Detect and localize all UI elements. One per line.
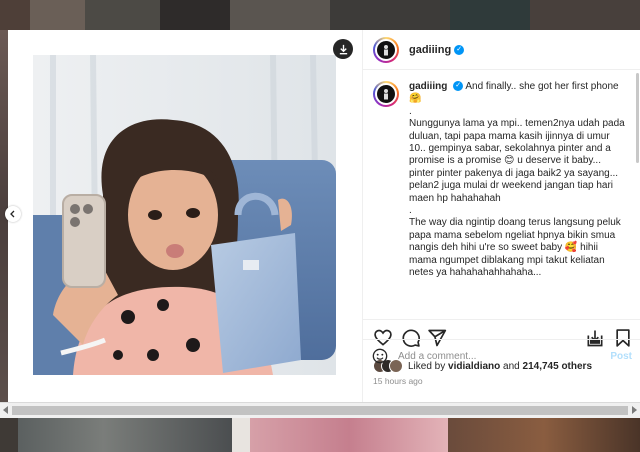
background-feed-bottom [0,418,640,452]
avatar-figure-icon [384,44,388,55]
girl-with-phone-and-bag-image [33,55,336,375]
emoji-icon[interactable] [372,348,388,364]
post-header: gadiiing ✓ [363,30,640,70]
author-username[interactable]: gadiiing [409,44,451,56]
scrollbar-thumb[interactable] [12,406,628,415]
scroll-left-arrow[interactable] [3,406,8,414]
caption-line-2: . [409,105,412,117]
post-comment-button[interactable]: Post [610,351,632,362]
caption-line-5: The way dia ngintip doang terus langsung… [409,217,621,279]
scroll-right-arrow[interactable] [632,406,637,414]
verified-badge-icon: ✓ [453,81,464,92]
caption-line-3: Nunggunya lama ya mpi.. temen2nya udah p… [409,118,625,204]
post-photo [33,55,336,375]
caption-avatar[interactable] [373,81,399,107]
chevron-left-icon [10,210,15,218]
horizontal-scrollbar[interactable] [0,402,640,418]
download-button[interactable] [333,39,353,59]
previous-button[interactable] [5,206,21,222]
avatar-figure-icon [384,89,388,100]
caption-area: gadiiing ✓ And finally.. she got her fir… [363,71,640,319]
verified-badge-icon: ✓ [454,44,465,55]
download-icon [339,44,347,54]
author-avatar[interactable] [373,36,399,63]
post-timestamp[interactable]: 15 hours ago [373,376,423,386]
comment-input[interactable] [398,350,598,362]
caption-scrollbar[interactable] [634,71,640,319]
background-feed-top [0,0,640,30]
comment-bar: Post [8,339,640,372]
caption-username[interactable]: gadiiing [409,81,447,92]
caption-text: gadiiing ✓ And finally.. she got her fir… [409,81,627,319]
comment-row: Post [362,339,640,372]
caption-line-4: . [409,205,412,217]
